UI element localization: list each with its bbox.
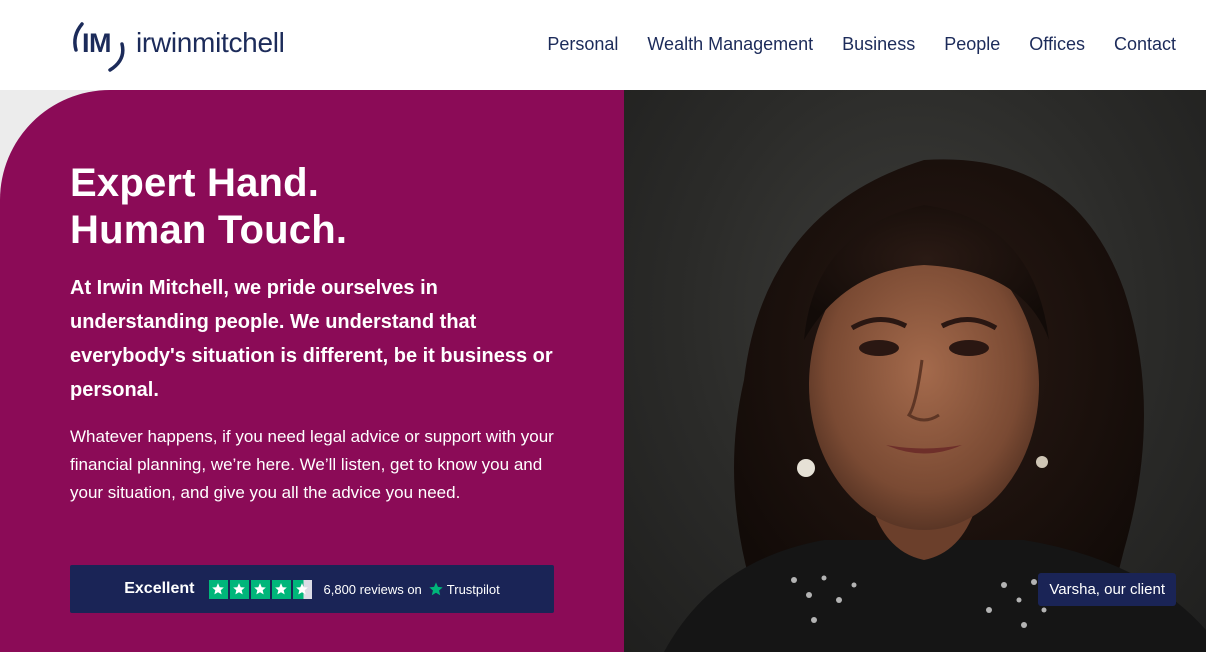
im-logo-mark: IM [68,14,132,74]
trustpilot-logo: Trustpilot [428,581,500,597]
star-icon [229,579,249,599]
star-icon [250,579,270,599]
trustpilot-stars [208,579,312,599]
nav-item-personal[interactable]: Personal [547,34,618,55]
logo-wordmark: irwinmitchell [136,27,285,58]
nav-item-contact[interactable]: Contact [1114,34,1176,55]
photo-caption: Varsha, our client [1038,573,1176,606]
main-nav: Personal Wealth Management Business Peop… [547,34,1176,55]
hero-headline-line-2: Human Touch. [70,208,348,252]
portrait-illustration [664,159,1206,652]
hero-lead-text: At Irwin Mitchell, we pride ourselves in… [70,277,553,401]
half-star-icon [292,579,312,599]
irwin-mitchell-logo[interactable]: IM irwinmitchell [68,14,318,74]
nav-item-offices[interactable]: Offices [1029,34,1085,55]
trustpilot-rating-label: Excellent [124,580,195,597]
nav-item-business[interactable]: Business [842,34,915,55]
star-icon [271,579,291,599]
trustpilot-star-icon [429,582,443,596]
nav-item-people[interactable]: People [944,34,1000,55]
client-portrait-photo: Varsha, our client [624,90,1206,652]
hero-panel: Expert Hand. Human Touch. At Irwin Mitch… [0,90,624,652]
hero-headline: Expert Hand. Human Touch. [70,160,347,254]
hero-headline-line-1: Expert Hand. [70,161,320,205]
hero-body-text: Whatever happens, if you need legal advi… [70,427,554,502]
trustpilot-widget[interactable]: Excellent 6,800 reviews on Trustpilot [70,565,554,613]
nav-item-wealth-management[interactable]: Wealth Management [647,34,813,55]
trustpilot-review-count: 6,800 reviews on [323,581,422,597]
trustpilot-brand-name: Trustpilot [446,581,500,597]
logo-mark-text: IM [82,28,112,58]
site-header: IM irwinmitchell Personal Wealth Managem… [0,0,1206,90]
star-icon [208,579,228,599]
